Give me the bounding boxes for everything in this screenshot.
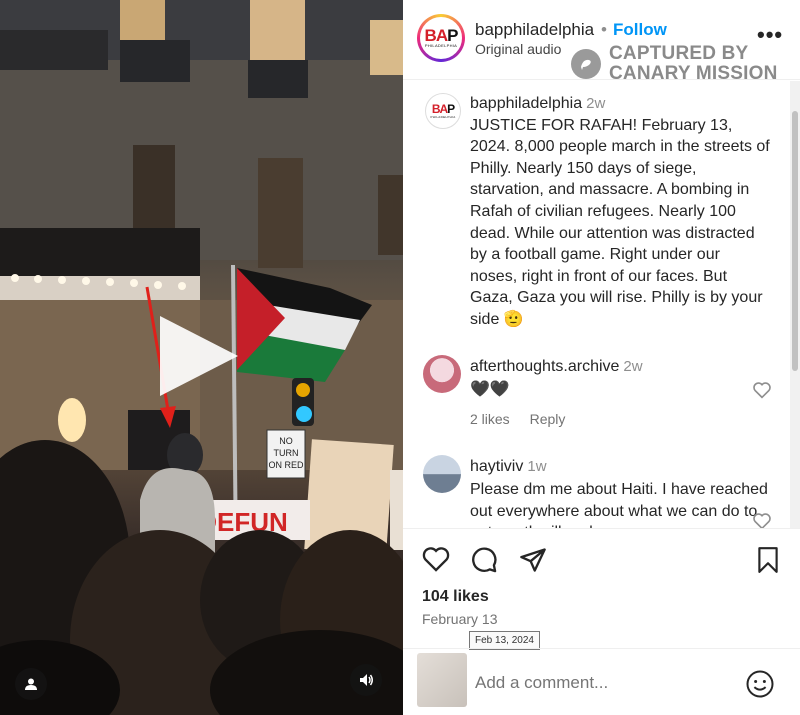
comment-likes-link[interactable]: 2 likes: [470, 411, 510, 427]
comment-text: 🖤🖤: [470, 381, 510, 398]
comment-icon[interactable]: [470, 546, 498, 574]
post-sidebar: BAP PHILADELPHIA bapphiladelphia • Follo…: [403, 0, 800, 715]
comment-time[interactable]: 2w: [623, 358, 642, 375]
comment-meta: 2 likes Reply: [470, 411, 581, 427]
post-date[interactable]: February 13: [422, 611, 497, 627]
comment-text: Please dm me about Haiti. I have reached…: [470, 481, 768, 528]
add-comment-bar: [403, 648, 800, 715]
user-tags-button[interactable]: [15, 668, 47, 700]
post-actions: 104 likes February 13 Feb 13, 2024: [403, 528, 800, 650]
post-header: BAP PHILADELPHIA bapphiladelphia • Follo…: [403, 0, 800, 84]
comments-list[interactable]: BAP PHILADELPHIA bapphiladelphia 2w JUSTI…: [403, 81, 800, 528]
author-avatar[interactable]: BAP PHILADELPHIA: [417, 14, 465, 62]
likes-count[interactable]: 104 likes: [422, 588, 489, 606]
emoji-icon[interactable]: [745, 669, 775, 699]
comments-scrollbar[interactable]: [790, 81, 800, 528]
caption: bapphiladelphia 2w JUSTICE FOR RAFAH! Feb…: [470, 93, 770, 331]
audio-toggle-button[interactable]: [350, 664, 382, 696]
caption-author-avatar[interactable]: BAP PHILADELPHIA: [425, 93, 461, 129]
like-icon[interactable]: [422, 546, 450, 572]
salute-emoji: 🫡: [503, 310, 524, 328]
save-bookmark-icon[interactable]: [755, 546, 781, 574]
comment-input[interactable]: [475, 673, 725, 693]
caption-time[interactable]: 2w: [586, 95, 605, 112]
speaker-icon: [360, 674, 373, 686]
post-video[interactable]: NO TURN ON RED DEFUN: [0, 0, 403, 715]
follow-button[interactable]: Follow: [613, 20, 667, 40]
svg-text:NO: NO: [279, 436, 293, 446]
comment-like-icon[interactable]: [752, 381, 772, 399]
comment-like-icon[interactable]: [752, 512, 772, 528]
svg-text:ON RED: ON RED: [268, 460, 304, 470]
svg-text:TURN: TURN: [274, 448, 299, 458]
caption-text: JUSTICE FOR RAFAH! February 13, 2024. 8,…: [470, 116, 770, 328]
watermark-line-1: CAPTURED BY: [609, 43, 749, 64]
more-options-icon[interactable]: •••: [757, 22, 783, 48]
scrollbar-thumb[interactable]: [792, 111, 798, 371]
reply-button[interactable]: Reply: [530, 411, 566, 427]
commenter-avatar[interactable]: [423, 355, 461, 393]
share-icon[interactable]: [519, 546, 547, 574]
commenter-username-link[interactable]: haytiviv: [470, 458, 523, 475]
person-icon: [25, 678, 37, 690]
canary-bird-icon: [571, 49, 601, 79]
bap-logo: BAP PHILADELPHIA: [420, 17, 462, 59]
play-icon[interactable]: [160, 316, 238, 396]
comment-time[interactable]: 1w: [527, 458, 546, 475]
canary-mission-watermark: CAPTURED BY CANARY MISSION: [571, 44, 778, 84]
commenter-username-link[interactable]: afterthoughts.archive: [470, 358, 619, 375]
audio-link[interactable]: Original audio: [475, 41, 561, 57]
separator-dot: •: [601, 20, 607, 39]
viewer-avatar: [417, 653, 467, 707]
commenter-avatar[interactable]: [423, 455, 461, 493]
author-username-link[interactable]: bapphiladelphia: [475, 20, 594, 40]
caption-username-link[interactable]: bapphiladelphia: [470, 95, 582, 112]
